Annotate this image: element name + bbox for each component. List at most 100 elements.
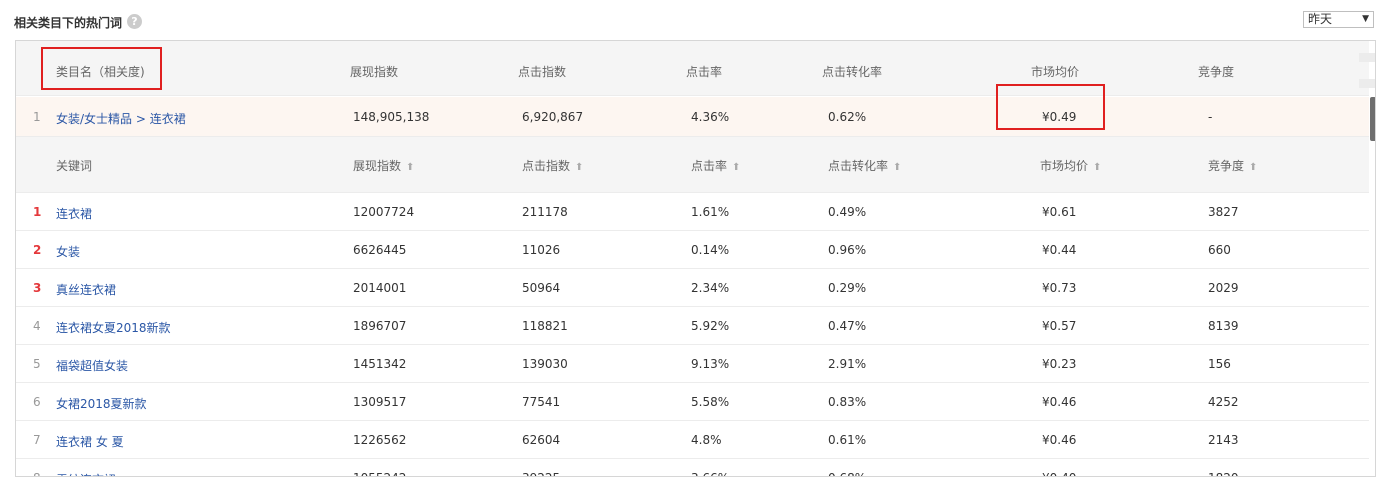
- keyword-table: 类目名（相关度) 展现指数 点击指数 点击率 点击转化率 市场均价 竞争度 1 …: [15, 40, 1376, 477]
- keyword-clicks: 39225: [522, 471, 560, 476]
- sort-competition-label: 竞争度: [1208, 159, 1245, 173]
- keyword-impressions: 6626445: [353, 243, 407, 257]
- category-competition: -: [1208, 110, 1213, 124]
- table-row: 8 雪纺连衣裙 1055242 39225 3.66% 0.68% ¥0.40 1820: [16, 459, 1369, 476]
- sort-arrow-icon: ⬆: [1093, 162, 1102, 173]
- col-competition: 竞争度: [1198, 65, 1235, 79]
- sort-cvr-label: 点击转化率: [828, 159, 889, 173]
- sort-impressions-label: 展现指数: [353, 159, 402, 173]
- keyword-clicks: 77541: [522, 395, 561, 409]
- col-clicks: 点击指数: [518, 65, 567, 79]
- keyword-ctr: 5.92%: [691, 319, 730, 333]
- keyword-link[interactable]: 连衣裙 女 夏: [56, 433, 124, 450]
- table-row: 6 女裙2018夏新款 1309517 77541 5.58% 0.83% ¥0.46 425…: [16, 383, 1369, 421]
- keyword-clicks: 50964: [522, 281, 561, 295]
- sort-clicks[interactable]: 点击指数 ⬆: [522, 157, 583, 174]
- keyword-rank: 1: [33, 205, 42, 219]
- keyword-price: ¥0.23: [1042, 357, 1077, 371]
- keyword-impressions: 1226562: [353, 433, 407, 447]
- table-row: 2 女装 6626445 11026 0.14% 0.96% ¥0.44 660: [16, 231, 1369, 269]
- table-row: 3 真丝连衣裙 2014001 50964 2.34% 0.29% ¥0.73 2029: [16, 269, 1369, 307]
- keyword-rank: 2: [33, 243, 42, 257]
- keyword-impressions: 12007724: [353, 205, 415, 219]
- section-title: 相关类目下的热门词: [14, 16, 123, 30]
- keyword-link[interactable]: 雪纺连衣裙: [56, 471, 116, 476]
- chevron-down-icon: ▼: [1362, 14, 1369, 24]
- sort-clicks-label: 点击指数: [522, 159, 571, 173]
- scrollbar-thumb[interactable]: [1370, 97, 1375, 141]
- keyword-rank: 7: [33, 433, 41, 447]
- keyword-impressions: 1055242: [353, 471, 406, 476]
- category-cvr: 0.62%: [828, 110, 867, 124]
- sort-price-label: 市场均价: [1040, 159, 1089, 173]
- keyword-cvr: 0.29%: [828, 281, 867, 295]
- period-select-value: 昨天: [1308, 12, 1333, 26]
- keyword-rank: 5: [33, 357, 41, 371]
- keyword-ctr: 3.66%: [691, 471, 729, 476]
- col-price: 市场均价: [1031, 65, 1080, 79]
- table-row: 7 连衣裙 女 夏 1226562 62604 4.8% 0.61% ¥0.46 2143: [16, 421, 1369, 459]
- col-cvr: 点击转化率: [822, 65, 883, 79]
- sort-competition[interactable]: 竞争度 ⬆: [1208, 157, 1257, 174]
- keyword-clicks: 11026: [522, 243, 561, 257]
- sort-arrow-icon: ⬆: [1249, 162, 1258, 173]
- sort-impressions[interactable]: 展现指数 ⬆: [353, 157, 414, 174]
- keyword-clicks: 62604: [522, 433, 561, 447]
- scrollbar-segment: [1359, 79, 1375, 88]
- keyword-cvr: 0.61%: [828, 433, 867, 447]
- table-row: 5 福袋超值女装 1451342 139030 9.13% 2.91% ¥0.23 156: [16, 345, 1369, 383]
- keyword-ctr: 2.34%: [691, 281, 730, 295]
- sort-arrow-icon: ⬆: [732, 162, 741, 173]
- sort-ctr[interactable]: 点击率 ⬆: [691, 157, 740, 174]
- col-ctr: 点击率: [686, 65, 723, 79]
- sort-cvr[interactable]: 点击转化率 ⬆: [828, 157, 901, 174]
- category-name-link[interactable]: 女装/女士精品 > 连衣裙: [56, 110, 186, 127]
- keyword-competition: 156: [1208, 357, 1231, 371]
- keyword-link[interactable]: 女装: [56, 243, 80, 260]
- keyword-cvr: 0.68%: [828, 471, 866, 476]
- keyword-clicks: 211178: [522, 205, 568, 219]
- keyword-impressions: 1896707: [353, 319, 407, 333]
- keyword-rank: 4: [33, 319, 41, 333]
- keyword-clicks: 139030: [522, 357, 568, 371]
- keyword-competition: 3827: [1208, 205, 1239, 219]
- keyword-link[interactable]: 福袋超值女装: [56, 357, 128, 374]
- sort-price[interactable]: 市场均价 ⬆: [1040, 157, 1101, 174]
- keyword-link[interactable]: 女裙2018夏新款: [56, 395, 147, 412]
- col-impressions: 展现指数: [350, 65, 399, 79]
- keyword-link[interactable]: 连衣裙: [56, 205, 92, 222]
- keyword-rank: 6: [33, 395, 41, 409]
- keyword-ctr: 0.14%: [691, 243, 730, 257]
- keyword-price: ¥0.44: [1042, 243, 1077, 257]
- keyword-link[interactable]: 真丝连衣裙: [56, 281, 116, 298]
- col-keyword: 关键词: [56, 159, 93, 173]
- keyword-clicks: 118821: [522, 319, 568, 333]
- keyword-impressions: 1451342: [353, 357, 407, 371]
- keyword-rank: 3: [33, 281, 42, 295]
- keyword-cvr: 0.49%: [828, 205, 867, 219]
- keyword-competition: 1820: [1208, 471, 1239, 476]
- period-select[interactable]: 昨天 ▼: [1303, 11, 1374, 28]
- keyword-cvr: 0.47%: [828, 319, 867, 333]
- keyword-ctr: 4.8%: [691, 433, 722, 447]
- table-row: 1 连衣裙 12007724 211178 1.61% 0.49% ¥0.61 3827: [16, 193, 1369, 231]
- category-clicks: 6,920,867: [522, 110, 584, 124]
- table-row: 4 连衣裙女夏2018新款 1896707 118821 5.92% 0.47% ¥0.57…: [16, 307, 1369, 345]
- keyword-competition: 2029: [1208, 281, 1239, 295]
- keyword-ctr: 1.61%: [691, 205, 730, 219]
- category-row: 1 女装/女士精品 > 连衣裙 148,905,138 6,920,867 4.…: [16, 97, 1369, 137]
- keyword-competition: 8139: [1208, 319, 1239, 333]
- keyword-price: ¥0.46: [1042, 433, 1077, 447]
- help-icon[interactable]: ?: [127, 14, 142, 29]
- keyword-rank: 8: [33, 471, 41, 476]
- keyword-competition: 4252: [1208, 395, 1239, 409]
- keyword-link[interactable]: 连衣裙女夏2018新款: [56, 319, 171, 336]
- keyword-price: ¥0.40: [1042, 471, 1076, 476]
- category-rank: 1: [33, 110, 41, 124]
- keyword-ctr: 5.58%: [691, 395, 730, 409]
- keyword-ctr: 9.13%: [691, 357, 730, 371]
- keyword-impressions: 1309517: [353, 395, 407, 409]
- category-impressions: 148,905,138: [353, 110, 430, 124]
- keyword-cvr: 0.83%: [828, 395, 867, 409]
- keyword-cvr: 0.96%: [828, 243, 867, 257]
